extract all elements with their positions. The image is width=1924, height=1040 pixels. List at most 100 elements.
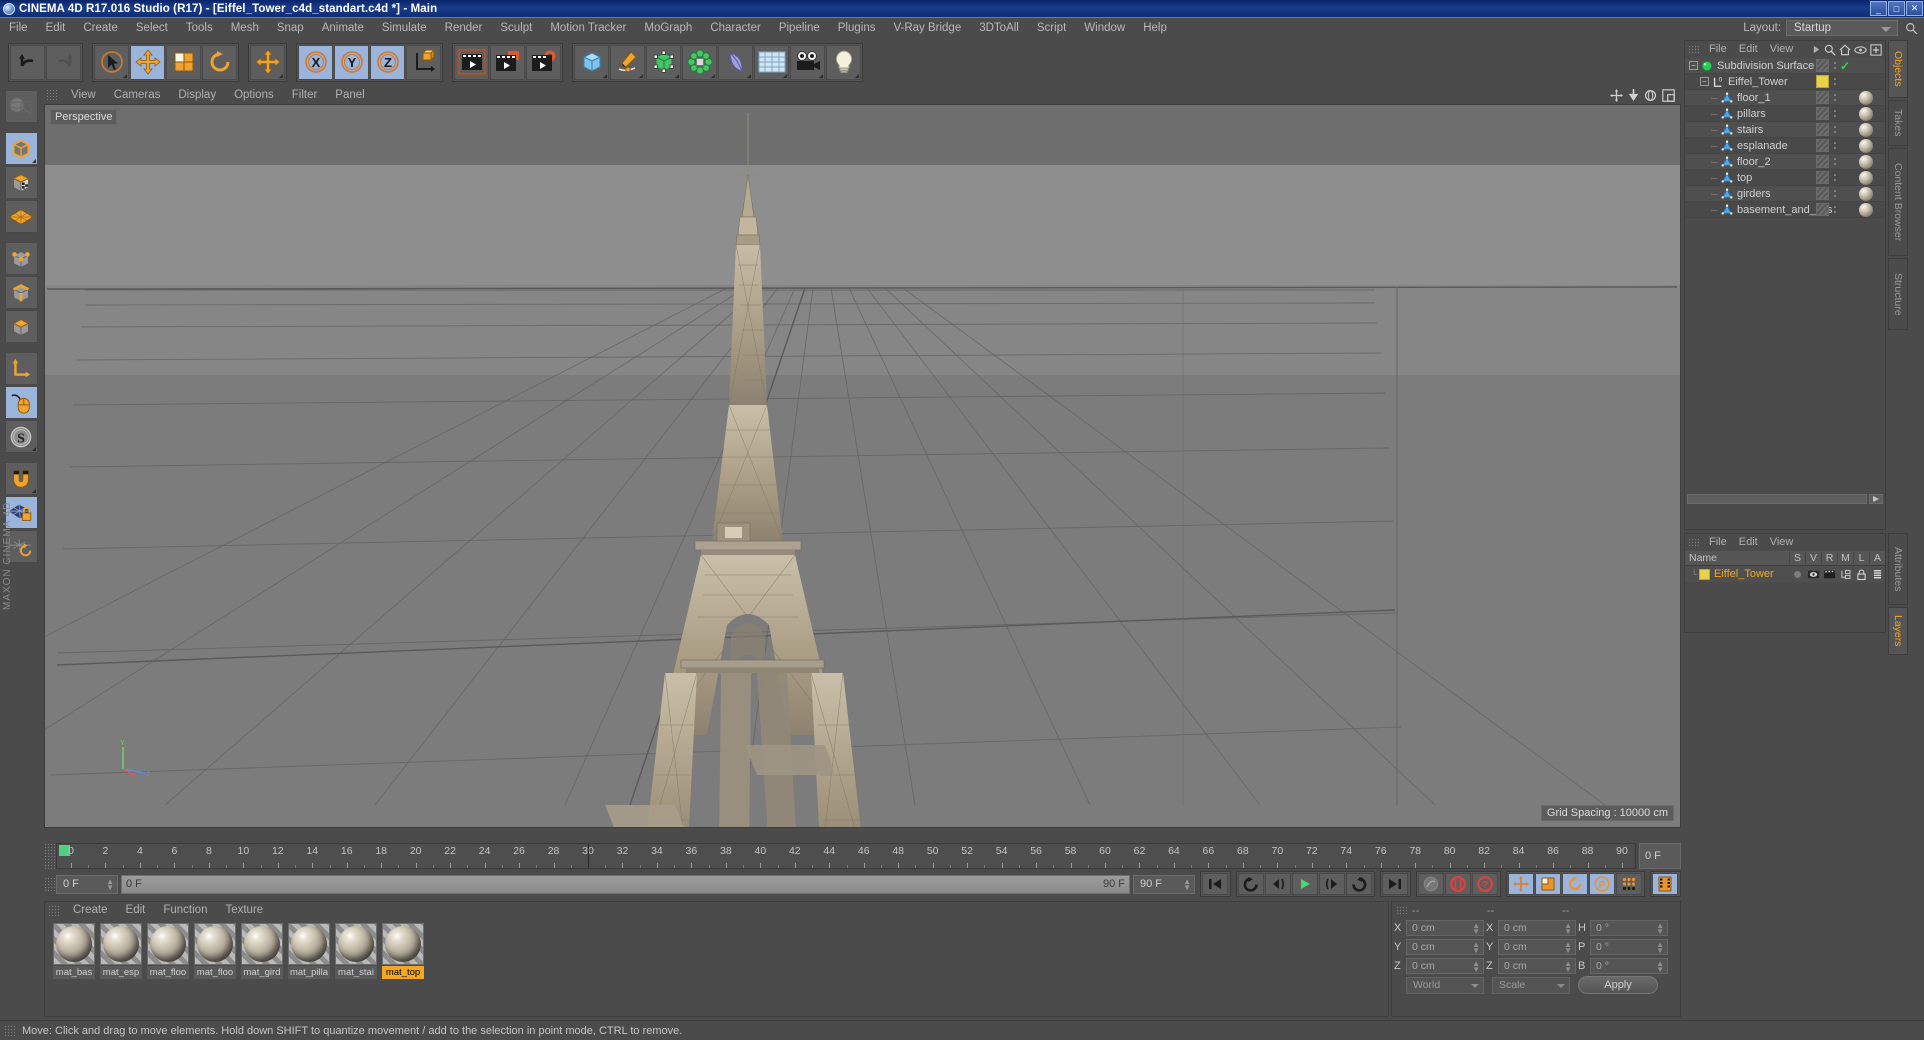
polygons-mode-button[interactable] [4, 310, 38, 343]
material-name[interactable]: mat_gird [241, 966, 283, 979]
visibility-dots-icon[interactable] [1816, 203, 1829, 216]
visibility-toggle-dots-icon[interactable] [1832, 75, 1837, 88]
panel-grip-icon[interactable] [1396, 905, 1407, 916]
spinner-arrows-icon[interactable]: ▲ ▼ [1656, 921, 1664, 935]
timeline-toggle-button[interactable] [1652, 873, 1678, 895]
menu-item-window[interactable]: Window [1075, 18, 1134, 39]
go-to-start-button[interactable] [1202, 873, 1228, 895]
material-preview-sphere[interactable] [53, 923, 95, 965]
object-name[interactable]: Eiffel_Tower [1728, 76, 1788, 88]
key-selection-button[interactable]: ? [1472, 873, 1498, 895]
material-tag-icon[interactable] [1859, 186, 1873, 201]
viewport-menu-options[interactable]: Options [225, 86, 283, 104]
redo-button[interactable] [46, 44, 81, 80]
visibility-toggle-dots-icon[interactable] [1832, 139, 1837, 152]
object-name[interactable]: Subdivision Surface [1717, 60, 1814, 72]
menu-item-animate[interactable]: Animate [313, 18, 373, 39]
coord-pos-x-field[interactable]: 0 cm ▲ ▼ [1406, 919, 1484, 936]
viewport-solo-button[interactable] [4, 386, 38, 419]
layer-manager-toggle[interactable] [1837, 569, 1853, 579]
coordinate-system-dropdown[interactable]: World [1406, 976, 1484, 994]
record-rotation-button[interactable] [1562, 873, 1588, 895]
visibility-toggle-dots-icon[interactable] [1832, 155, 1837, 168]
object-row[interactable]: ─ basement_and_lifts [1685, 202, 1885, 218]
material-preview-sphere[interactable] [241, 923, 283, 965]
material-preview-sphere[interactable] [335, 923, 377, 965]
tree-expand-toggle[interactable]: − [1689, 61, 1698, 70]
coord-rot-p-field[interactable]: 0 ° ▲ ▼ [1590, 938, 1668, 955]
world-object-coord-button[interactable] [406, 44, 441, 80]
timeline-grip-icon[interactable] [44, 843, 56, 869]
record-active-objects-button[interactable] [1445, 873, 1471, 895]
object-name[interactable]: esplanade [1737, 140, 1788, 152]
layer-animation-toggle[interactable] [1869, 569, 1885, 580]
layout-dropdown[interactable]: Startup [1786, 20, 1898, 36]
add-spline-button[interactable] [610, 44, 645, 80]
enabled-check-icon[interactable]: ✓ [1840, 59, 1850, 73]
panel-grip-icon[interactable] [1688, 44, 1699, 55]
object-name[interactable]: top [1737, 172, 1752, 184]
menu-item-mesh[interactable]: Mesh [222, 18, 268, 39]
home-icon[interactable] [1839, 44, 1851, 56]
material-tag-icon[interactable] [1859, 122, 1873, 137]
visibility-toggle-dots-icon[interactable] [1832, 91, 1837, 104]
material-name[interactable]: mat_bas [53, 966, 95, 979]
tab-structure[interactable]: Structure [1888, 258, 1908, 330]
material-menu-texture[interactable]: Texture [216, 902, 272, 919]
material-item[interactable]: mat_floo [147, 923, 189, 979]
pan-icon[interactable] [1610, 88, 1623, 102]
layer-column-m[interactable]: M [1837, 552, 1853, 564]
menu-item-sculpt[interactable]: Sculpt [491, 18, 541, 39]
material-menu-create[interactable]: Create [64, 902, 117, 919]
layer-column-r[interactable]: R [1821, 552, 1837, 564]
menu-item-script[interactable]: Script [1028, 18, 1075, 39]
viewport-menu-panel[interactable]: Panel [326, 86, 373, 104]
add-layer-icon[interactable] [1870, 43, 1882, 56]
viewport-menu-cameras[interactable]: Cameras [105, 86, 170, 104]
tab-takes[interactable]: Takes [1888, 100, 1908, 146]
object-row[interactable]: ─ top [1685, 170, 1885, 186]
render-view-button[interactable] [454, 44, 489, 80]
spinner-arrows-icon[interactable]: ▲ ▼ [1656, 959, 1664, 973]
layer-column-v[interactable]: V [1805, 552, 1821, 564]
material-tag-icon[interactable] [1859, 202, 1873, 217]
maximize-viewport-icon[interactable] [1662, 88, 1675, 102]
visibility-toggle-dots-icon[interactable] [1832, 123, 1837, 136]
spinner-arrows-icon[interactable]: ▲ ▼ [1472, 959, 1480, 973]
material-item[interactable]: mat_gird [241, 923, 283, 979]
autokeying-button[interactable] [1418, 873, 1444, 895]
close-button[interactable]: ✕ [1906, 1, 1923, 16]
object-menu-file[interactable]: File [1703, 41, 1733, 58]
menu-item-file[interactable]: File [0, 18, 37, 39]
tab-objects[interactable]: Objects [1888, 40, 1908, 98]
panel-grip-icon[interactable] [4, 1025, 16, 1036]
visibility-dots-icon[interactable] [1816, 187, 1829, 200]
object-name[interactable]: pillars [1737, 108, 1766, 120]
layer-row[interactable]: └ Eiffel_Tower [1685, 566, 1885, 582]
lock-x-button[interactable]: X [298, 44, 333, 80]
material-tag-icon[interactable] [1859, 170, 1873, 185]
material-name[interactable]: mat_stai [335, 966, 377, 979]
visibility-toggle-dots-icon[interactable] [1832, 203, 1837, 216]
render-region-button[interactable] [490, 44, 525, 80]
coord-size-y-field[interactable]: 0 cm ▲ ▼ [1498, 938, 1576, 955]
layer-color-swatch[interactable] [1816, 75, 1829, 88]
add-scene-button[interactable] [754, 44, 789, 80]
timeline-frame-field[interactable]: 0 F [1639, 843, 1681, 869]
object-row[interactable]: ─ esplanade [1685, 138, 1885, 154]
next-keyframe-button[interactable] [1346, 873, 1372, 895]
material-tag-icon[interactable] [1859, 138, 1873, 153]
visibility-dots-icon[interactable] [1816, 171, 1829, 184]
layer-solo-toggle[interactable] [1789, 570, 1805, 578]
go-to-end-button[interactable] [1382, 873, 1408, 895]
menu-item-motion-tracker[interactable]: Motion Tracker [541, 18, 635, 39]
live-selection-button[interactable] [94, 44, 129, 80]
viewport-menu-view[interactable]: View [62, 86, 105, 104]
orbit-icon[interactable] [1644, 89, 1657, 102]
layer-column-s[interactable]: S [1789, 552, 1805, 564]
end-frame-spinner[interactable]: 90 F ▲ ▼ [1133, 874, 1195, 894]
spinner-arrows-icon[interactable]: ▲ ▼ [1564, 959, 1572, 973]
coord-pos-z-field[interactable]: 0 cm ▲ ▼ [1406, 957, 1484, 974]
coord-size-z-field[interactable]: 0 cm ▲ ▼ [1498, 957, 1576, 974]
panel-grip-icon[interactable] [46, 89, 58, 101]
